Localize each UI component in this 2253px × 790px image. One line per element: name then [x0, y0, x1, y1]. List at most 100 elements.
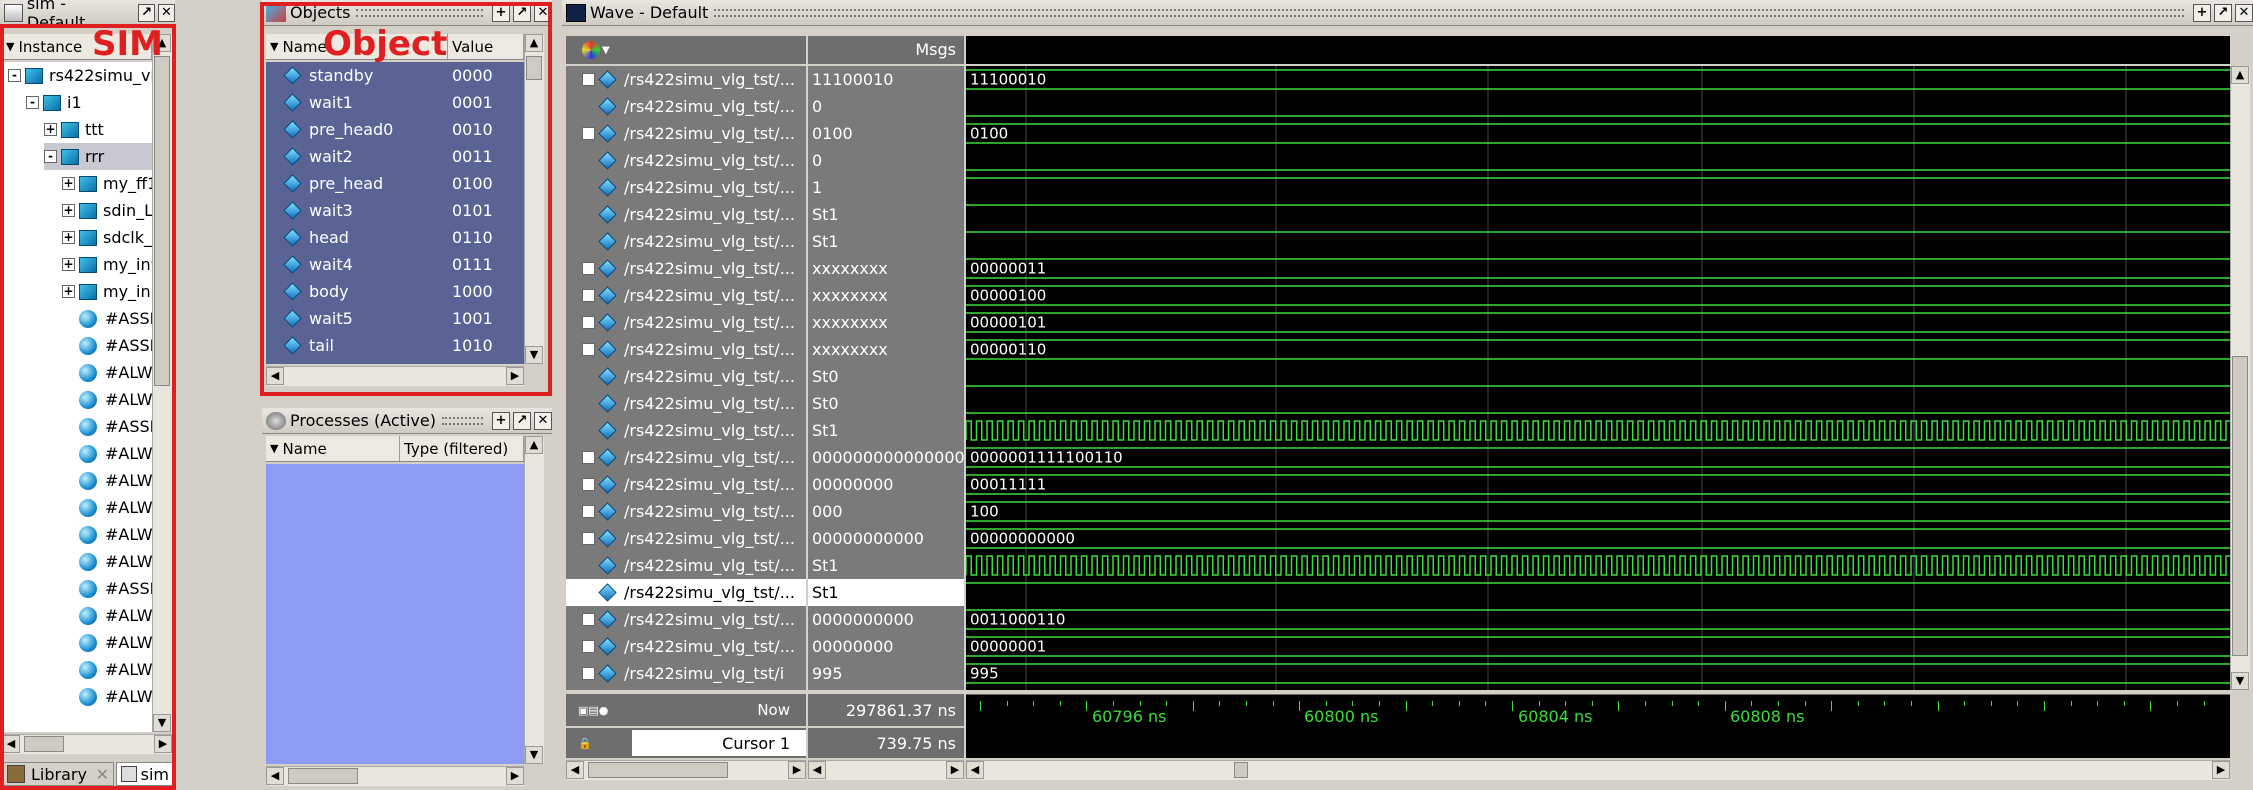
- object-row[interactable]: body 1000: [266, 278, 524, 305]
- tab-sim[interactable]: sim: [116, 762, 174, 786]
- scroll-down-icon[interactable]: ▼: [2231, 672, 2249, 690]
- hscroll-thumb[interactable]: [24, 736, 64, 752]
- tree-row[interactable]: #ALWAYS: [62, 683, 152, 710]
- scroll-right-icon[interactable]: ▶: [946, 761, 964, 779]
- signal-color-icon[interactable]: [582, 41, 600, 59]
- expander-icon[interactable]: +: [582, 640, 595, 653]
- waveform-canvas[interactable]: 11100010 0100 00000011 00000100 00000101 0000…: [966, 66, 2230, 690]
- dock-icon[interactable]: ↗: [513, 3, 531, 22]
- object-row[interactable]: wait3 0101: [266, 197, 524, 224]
- add-icon[interactable]: +: [492, 411, 510, 430]
- objects-vscroll[interactable]: ▲ ▼: [524, 34, 544, 364]
- scroll-down-icon[interactable]: ▼: [153, 714, 171, 732]
- dock-icon[interactable]: ↗: [138, 3, 156, 22]
- cursor-label[interactable]: Cursor 1: [631, 730, 806, 756]
- tab-close-icon[interactable]: ✕: [96, 765, 109, 784]
- expander-icon[interactable]: +: [582, 613, 595, 626]
- signal-row[interactable]: /rs422simu_vlg_tst/...: [566, 174, 806, 201]
- scroll-right-icon[interactable]: ▶: [154, 735, 172, 753]
- drag-grip[interactable]: [356, 8, 483, 17]
- signal-row[interactable]: + /rs422simu_vlg_tst/...: [566, 309, 806, 336]
- tree-row[interactable]: #ASSIGN#: [62, 305, 152, 332]
- sim-hscroll[interactable]: ◀ ▶: [2, 734, 172, 754]
- scroll-left-icon[interactable]: ◀: [2, 735, 20, 753]
- signal-row[interactable]: + /rs422simu_vlg_tst/i: [566, 660, 806, 687]
- hscroll-thumb[interactable]: [288, 768, 358, 784]
- scroll-right-icon[interactable]: ▶: [506, 367, 524, 385]
- hscroll-thumb[interactable]: [1234, 762, 1248, 778]
- wave-vscroll[interactable]: ▲ ▼: [2230, 66, 2250, 690]
- expander-icon[interactable]: +: [62, 177, 75, 190]
- signal-row[interactable]: + /rs422simu_vlg_tst/...: [566, 525, 806, 552]
- processes-hscroll[interactable]: ◀ ▶: [266, 766, 524, 786]
- close-icon[interactable]: ✕: [534, 3, 552, 22]
- object-row[interactable]: wait5 1001: [266, 305, 524, 332]
- expander-icon[interactable]: +: [582, 262, 595, 275]
- tree-row[interactable]: #ALWAYS: [62, 602, 152, 629]
- add-icon[interactable]: +: [492, 3, 510, 22]
- signal-row[interactable]: + /rs422simu_vlg_tst/...: [566, 336, 806, 363]
- tree-row[interactable]: + my_in9out: [62, 251, 152, 278]
- tree-row[interactable]: - rs422simu_vlg_tst: [8, 62, 152, 89]
- dock-icon[interactable]: ↗: [2214, 3, 2232, 22]
- tree-row[interactable]: #ALWAYS: [62, 548, 152, 575]
- signal-row[interactable]: /rs422simu_vlg_tst/...: [566, 201, 806, 228]
- expander-icon[interactable]: +: [582, 343, 595, 356]
- object-row[interactable]: head 0110: [266, 224, 524, 251]
- wave-canvas-hscroll[interactable]: ◀ ▶: [966, 760, 2230, 780]
- expander-icon[interactable]: +: [62, 204, 75, 217]
- signal-row[interactable]: + /rs422simu_vlg_tst/...: [566, 633, 806, 660]
- scroll-right-icon[interactable]: ▶: [788, 761, 806, 779]
- close-icon[interactable]: ✕: [2235, 3, 2253, 22]
- objects-hscroll[interactable]: ◀ ▶: [266, 366, 524, 386]
- object-row[interactable]: wait1 0001: [266, 89, 524, 116]
- scroll-thumb[interactable]: [526, 56, 542, 80]
- signal-row[interactable]: + /rs422simu_vlg_tst/...: [566, 66, 806, 93]
- expander-icon[interactable]: -: [26, 96, 39, 109]
- signal-row[interactable]: + /rs422simu_vlg_tst/...: [566, 120, 806, 147]
- signal-row[interactable]: /rs422simu_vlg_tst/...: [566, 390, 806, 417]
- scroll-left-icon[interactable]: ◀: [966, 761, 984, 779]
- tree-row[interactable]: - i1: [26, 89, 82, 116]
- now-icons[interactable]: ▣▤●: [578, 704, 608, 717]
- processes-vscroll[interactable]: ▲ ▼: [524, 436, 544, 764]
- object-row[interactable]: pre_head0 0010: [266, 116, 524, 143]
- scroll-down-icon[interactable]: ▼: [525, 746, 543, 764]
- expander-icon[interactable]: -: [44, 150, 57, 163]
- signal-row[interactable]: /rs422simu_vlg_tst/...: [566, 552, 806, 579]
- expander-icon[interactable]: +: [44, 123, 57, 136]
- scroll-right-icon[interactable]: ▶: [506, 767, 524, 785]
- signal-row[interactable]: + /rs422simu_vlg_tst/...: [566, 498, 806, 525]
- expander-icon[interactable]: +: [582, 505, 595, 518]
- object-row[interactable]: tail 1010: [266, 332, 524, 359]
- drag-grip[interactable]: [714, 8, 2184, 17]
- hscroll-thumb[interactable]: [588, 762, 728, 778]
- type-column-header[interactable]: Type (filtered): [400, 436, 524, 461]
- expander-icon[interactable]: +: [582, 127, 595, 140]
- tree-row[interactable]: #ASSIGN#: [62, 575, 152, 602]
- expander-icon[interactable]: +: [582, 451, 595, 464]
- signal-row[interactable]: + /rs422simu_vlg_tst/...: [566, 282, 806, 309]
- tree-row[interactable]: #ALWAYS: [62, 494, 152, 521]
- add-icon[interactable]: +: [2193, 3, 2211, 22]
- object-row[interactable]: wait4 0111: [266, 251, 524, 278]
- tree-row[interactable]: #ALWAYS: [62, 656, 152, 683]
- tree-row[interactable]: #ALWAYS: [62, 386, 152, 413]
- signal-row[interactable]: /rs422simu_vlg_tst/...: [566, 363, 806, 390]
- scroll-right-icon[interactable]: ▶: [2212, 761, 2230, 779]
- scroll-left-icon[interactable]: ◀: [266, 367, 284, 385]
- tree-row[interactable]: #ALWAYS: [62, 521, 152, 548]
- close-icon[interactable]: ✕: [158, 3, 175, 22]
- expander-icon[interactable]: +: [62, 258, 75, 271]
- tree-row[interactable]: + my_in16ou: [62, 278, 152, 305]
- chevron-down-icon[interactable]: ▼: [602, 45, 610, 56]
- signal-row[interactable]: /rs422simu_vlg_tst/...: [566, 579, 806, 606]
- tree-row[interactable]: #ALWAYS: [62, 440, 152, 467]
- expander-icon[interactable]: +: [582, 532, 595, 545]
- wave-names-hscroll[interactable]: ◀ ▶: [566, 760, 806, 780]
- drag-grip[interactable]: [441, 416, 483, 425]
- expander-icon[interactable]: +: [62, 231, 75, 244]
- scroll-left-icon[interactable]: ◀: [266, 767, 284, 785]
- expander-icon[interactable]: +: [582, 478, 595, 491]
- tree-row[interactable]: - rrr: [44, 143, 152, 170]
